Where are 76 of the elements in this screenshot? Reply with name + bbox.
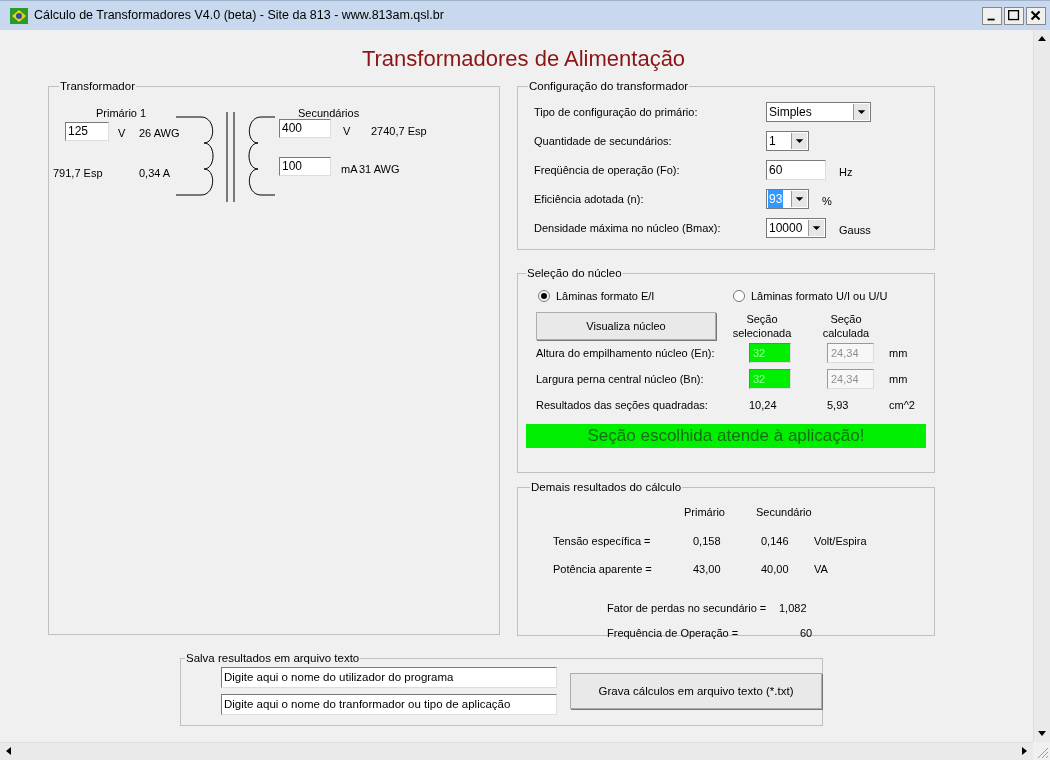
- unit-label: mm: [889, 372, 908, 387]
- result-value: 0,158: [693, 533, 722, 549]
- result-label: Potência aparente =: [553, 562, 653, 578]
- turns-value: 2740,7 Esp: [371, 124, 427, 140]
- dropdown[interactable]: 1: [766, 131, 809, 152]
- calculated-field: 24,34: [827, 343, 874, 364]
- app-icon: [10, 7, 28, 24]
- group-title: Demais resultados do cálculo: [530, 480, 683, 495]
- field-label: Densidade máxima no núcleo (Bmax):: [533, 221, 722, 236]
- caret-icon[interactable]: [808, 220, 824, 237]
- unit-label: VA: [814, 562, 828, 578]
- text-input[interactable]: Digite aqui o nome do utilizador do programa: [221, 667, 557, 689]
- result-value: 5,93: [827, 398, 850, 413]
- unit-label: Volt/Espira: [814, 533, 867, 549]
- calculated-field: 24,34: [827, 369, 874, 390]
- wire-gauge: 31 AWG: [359, 162, 400, 178]
- unit-label: cm^2: [889, 398, 915, 413]
- field-label: Altura do empilhamento núcleo (En):: [536, 346, 716, 361]
- group-title: Salva resultados em arquivo texto: [185, 651, 361, 666]
- turns-value: 791,7 Esp: [53, 166, 103, 182]
- voltage-input[interactable]: 400: [279, 119, 331, 139]
- group-title: Seleção do núcleo: [526, 266, 623, 281]
- caret-icon[interactable]: [791, 133, 807, 150]
- view-core-button[interactable]: Visualiza núcleo: [536, 312, 716, 341]
- result-label: Fator de perdas no secundário =: [607, 600, 768, 616]
- maximize-button[interactable]: [1004, 6, 1024, 25]
- unit-label: mm: [889, 346, 908, 361]
- wire-gauge: 26 AWG: [139, 126, 180, 142]
- voltage-input[interactable]: 125: [65, 122, 109, 142]
- window-title: Cálculo de Transformadores V4.0 (beta) - Site da 813 - www.813am.qsl.br: [34, 7, 444, 25]
- unit-label: V: [118, 126, 126, 142]
- unit-label: Gauss: [839, 223, 871, 238]
- caret-icon[interactable]: [853, 104, 869, 121]
- caret-icon[interactable]: [791, 191, 807, 208]
- current-input[interactable]: 100: [279, 157, 331, 177]
- dropdown[interactable]: Simples: [766, 102, 871, 123]
- result-label: Tensão específica =: [553, 533, 652, 549]
- secondary-label: Secundários: [298, 106, 360, 122]
- result-value: 43,00: [693, 562, 722, 578]
- dropdown[interactable]: 10000: [766, 218, 826, 239]
- field-label: Freqüência de operação (Fo):: [533, 163, 681, 178]
- result-value: 0,146: [761, 533, 790, 549]
- close-button[interactable]: [1026, 6, 1046, 25]
- result-value: 1,082: [779, 600, 807, 616]
- column-header: Secundário: [756, 505, 813, 521]
- save-button[interactable]: Grava cálculos em arquivo texto (*.txt): [570, 673, 822, 710]
- column-header: Seção selecionada: [731, 312, 793, 341]
- result-value: 40,00: [761, 562, 790, 578]
- horizontal-scrollbar[interactable]: [0, 742, 1033, 760]
- field-label: Eficiência adotada (n):: [533, 192, 645, 207]
- group-title: Transformador: [59, 79, 136, 94]
- field-label: Largura perna central núcleo (Bn):: [536, 372, 705, 387]
- unit-label: %: [822, 194, 832, 209]
- unit-label: mA: [341, 162, 358, 178]
- radio-button[interactable]: [733, 290, 745, 303]
- text-input[interactable]: Digite aqui o nome do tranformador ou tipo de aplicação: [221, 694, 557, 716]
- primary-label: Primário 1: [96, 106, 147, 122]
- vertical-scrollbar[interactable]: [1033, 30, 1050, 742]
- group-title: Configuração do transformador: [528, 79, 690, 94]
- field-label: Quantidade de secundários:: [533, 134, 673, 149]
- result-label: Frequência de Operação =: [607, 626, 740, 642]
- column-header: Primário: [684, 505, 726, 521]
- current-value: 0,34 A: [139, 166, 171, 182]
- radio-button[interactable]: [538, 290, 550, 303]
- unit-label: Hz: [839, 165, 853, 180]
- unit-label: V: [343, 124, 351, 140]
- status-banner: Seção escolhida atende à aplicação!: [526, 424, 926, 449]
- text-input[interactable]: 60: [766, 160, 826, 181]
- column-header: Seção calculada: [821, 312, 871, 341]
- radio-label[interactable]: Lâminas formato U/I ou U/U: [751, 288, 888, 305]
- page-heading: Transformadores de Alimentação: [361, 46, 686, 72]
- result-value: 60: [800, 626, 813, 642]
- result-value: 10,24: [749, 398, 778, 413]
- field-label: Resultados das seções quadradas:: [536, 398, 709, 413]
- radio-label[interactable]: Lâminas formato E/I: [556, 288, 655, 305]
- field-label: Tipo de configuração do primário:: [533, 105, 699, 120]
